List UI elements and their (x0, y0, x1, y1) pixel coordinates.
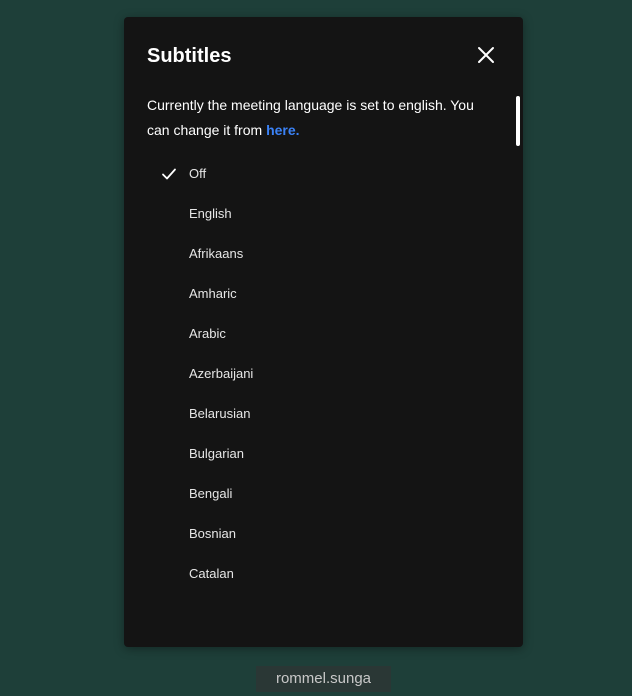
language-label: Bulgarian (189, 446, 244, 461)
subtitles-dialog: Subtitles Currently the meeting language… (124, 17, 523, 647)
scrollbar-thumb[interactable] (516, 96, 520, 146)
language-label: English (189, 206, 232, 221)
language-option-arabic[interactable]: Arabic (124, 314, 504, 354)
language-option-off[interactable]: Off (124, 154, 504, 194)
language-option-catalan[interactable]: Catalan (124, 554, 504, 594)
meeting-language-info-text: Currently the meeting language is set to… (147, 97, 474, 138)
meeting-language-info: Currently the meeting language is set to… (147, 93, 487, 143)
change-language-link[interactable]: here. (266, 122, 299, 138)
language-option-bengali[interactable]: Bengali (124, 474, 504, 514)
language-label: Catalan (189, 566, 234, 581)
language-option-bosnian[interactable]: Bosnian (124, 514, 504, 554)
language-label: Arabic (189, 326, 226, 341)
language-option-azerbaijani[interactable]: Azerbaijani (124, 354, 504, 394)
language-label: Afrikaans (189, 246, 244, 261)
language-label: Bengali (189, 486, 233, 501)
participant-name-tag: rommel.sunga (256, 666, 391, 692)
language-label: Bosnian (189, 526, 236, 541)
language-label: Azerbaijani (189, 366, 254, 381)
language-label: Belarusian (189, 406, 251, 421)
checkmark-icon (162, 168, 176, 180)
language-option-bulgarian[interactable]: Bulgarian (124, 434, 504, 474)
language-option-amharic[interactable]: Amharic (124, 274, 504, 314)
language-label: Amharic (189, 286, 237, 301)
language-option-afrikaans[interactable]: Afrikaans (124, 234, 504, 274)
subtitles-scroll-area[interactable]: Currently the meeting language is set to… (124, 91, 523, 647)
language-label: Off (189, 166, 207, 181)
close-button[interactable] (474, 43, 498, 67)
dialog-title: Subtitles (147, 45, 232, 67)
close-icon (478, 47, 494, 63)
language-list: Off English Afrikaans Amharic Arabic Aze… (124, 154, 504, 594)
language-option-english[interactable]: English (124, 194, 504, 234)
language-option-belarusian[interactable]: Belarusian (124, 394, 504, 434)
